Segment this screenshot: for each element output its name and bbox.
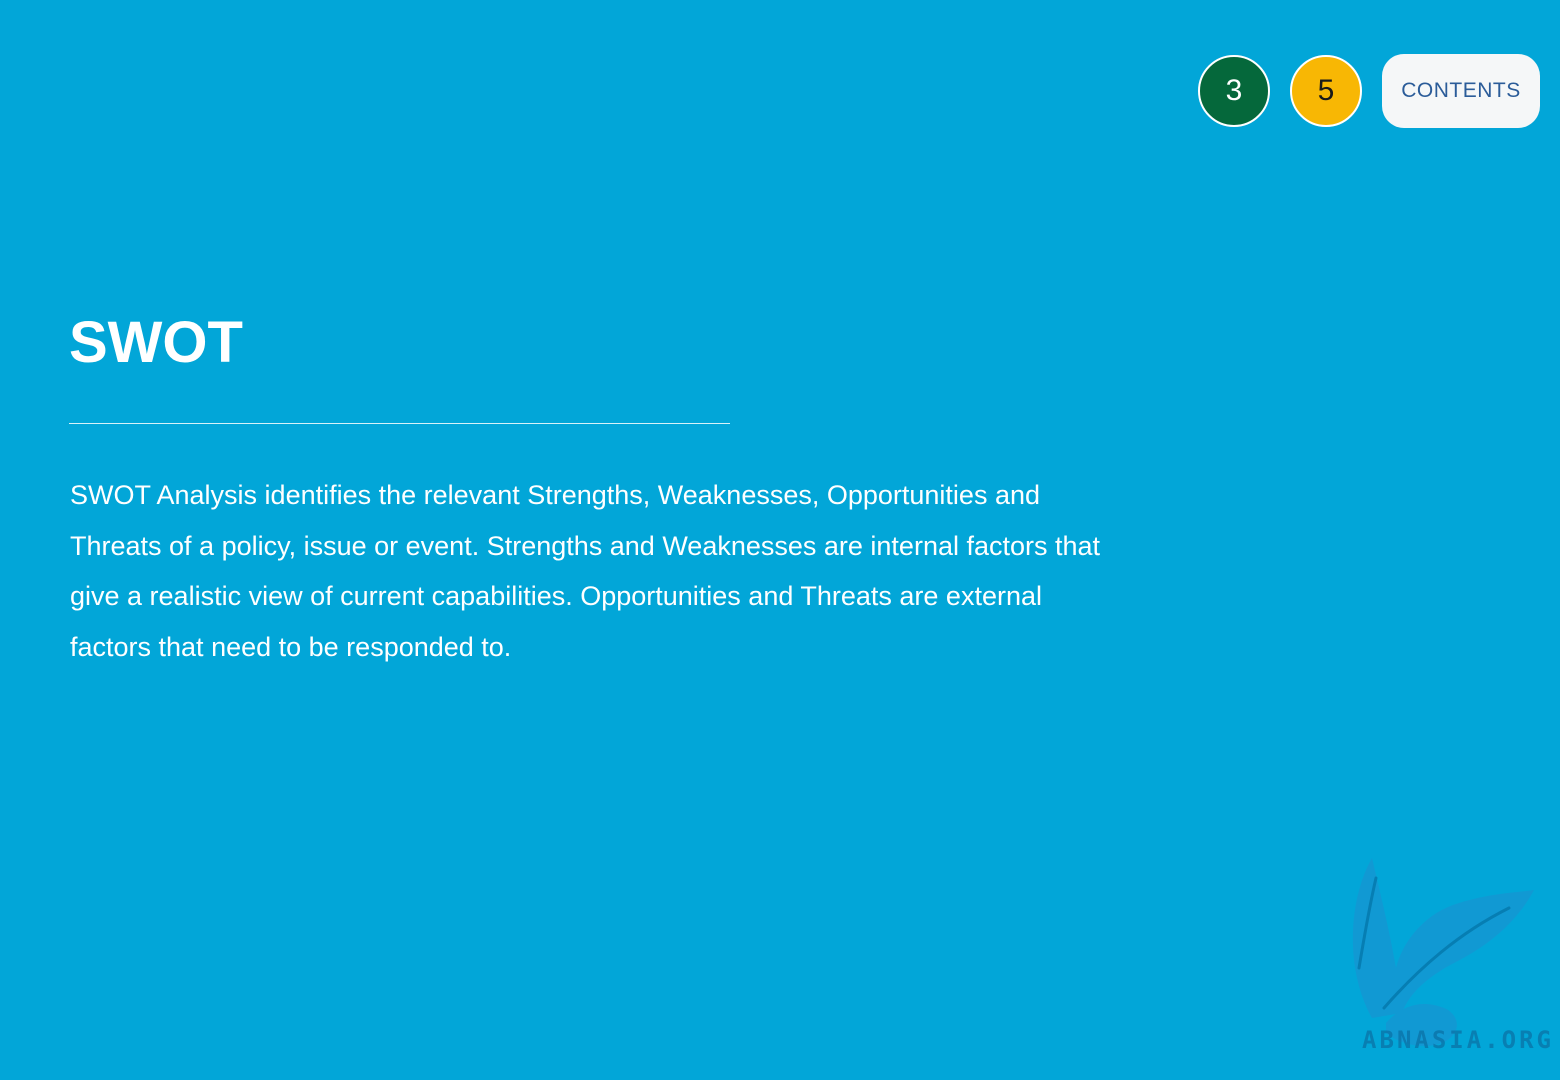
title-divider xyxy=(69,423,730,424)
slide-navigation: 3 5 CONTENTS xyxy=(1198,54,1540,128)
slide-title: SWOT xyxy=(69,310,243,375)
contents-button[interactable]: CONTENTS xyxy=(1382,54,1540,128)
next-page-button[interactable]: 5 xyxy=(1290,55,1362,127)
previous-page-button[interactable]: 3 xyxy=(1198,55,1270,127)
slide-body-text: SWOT Analysis identifies the relevant St… xyxy=(70,480,1101,662)
watermark-label: ABNASIA.ORG xyxy=(1362,1026,1554,1054)
